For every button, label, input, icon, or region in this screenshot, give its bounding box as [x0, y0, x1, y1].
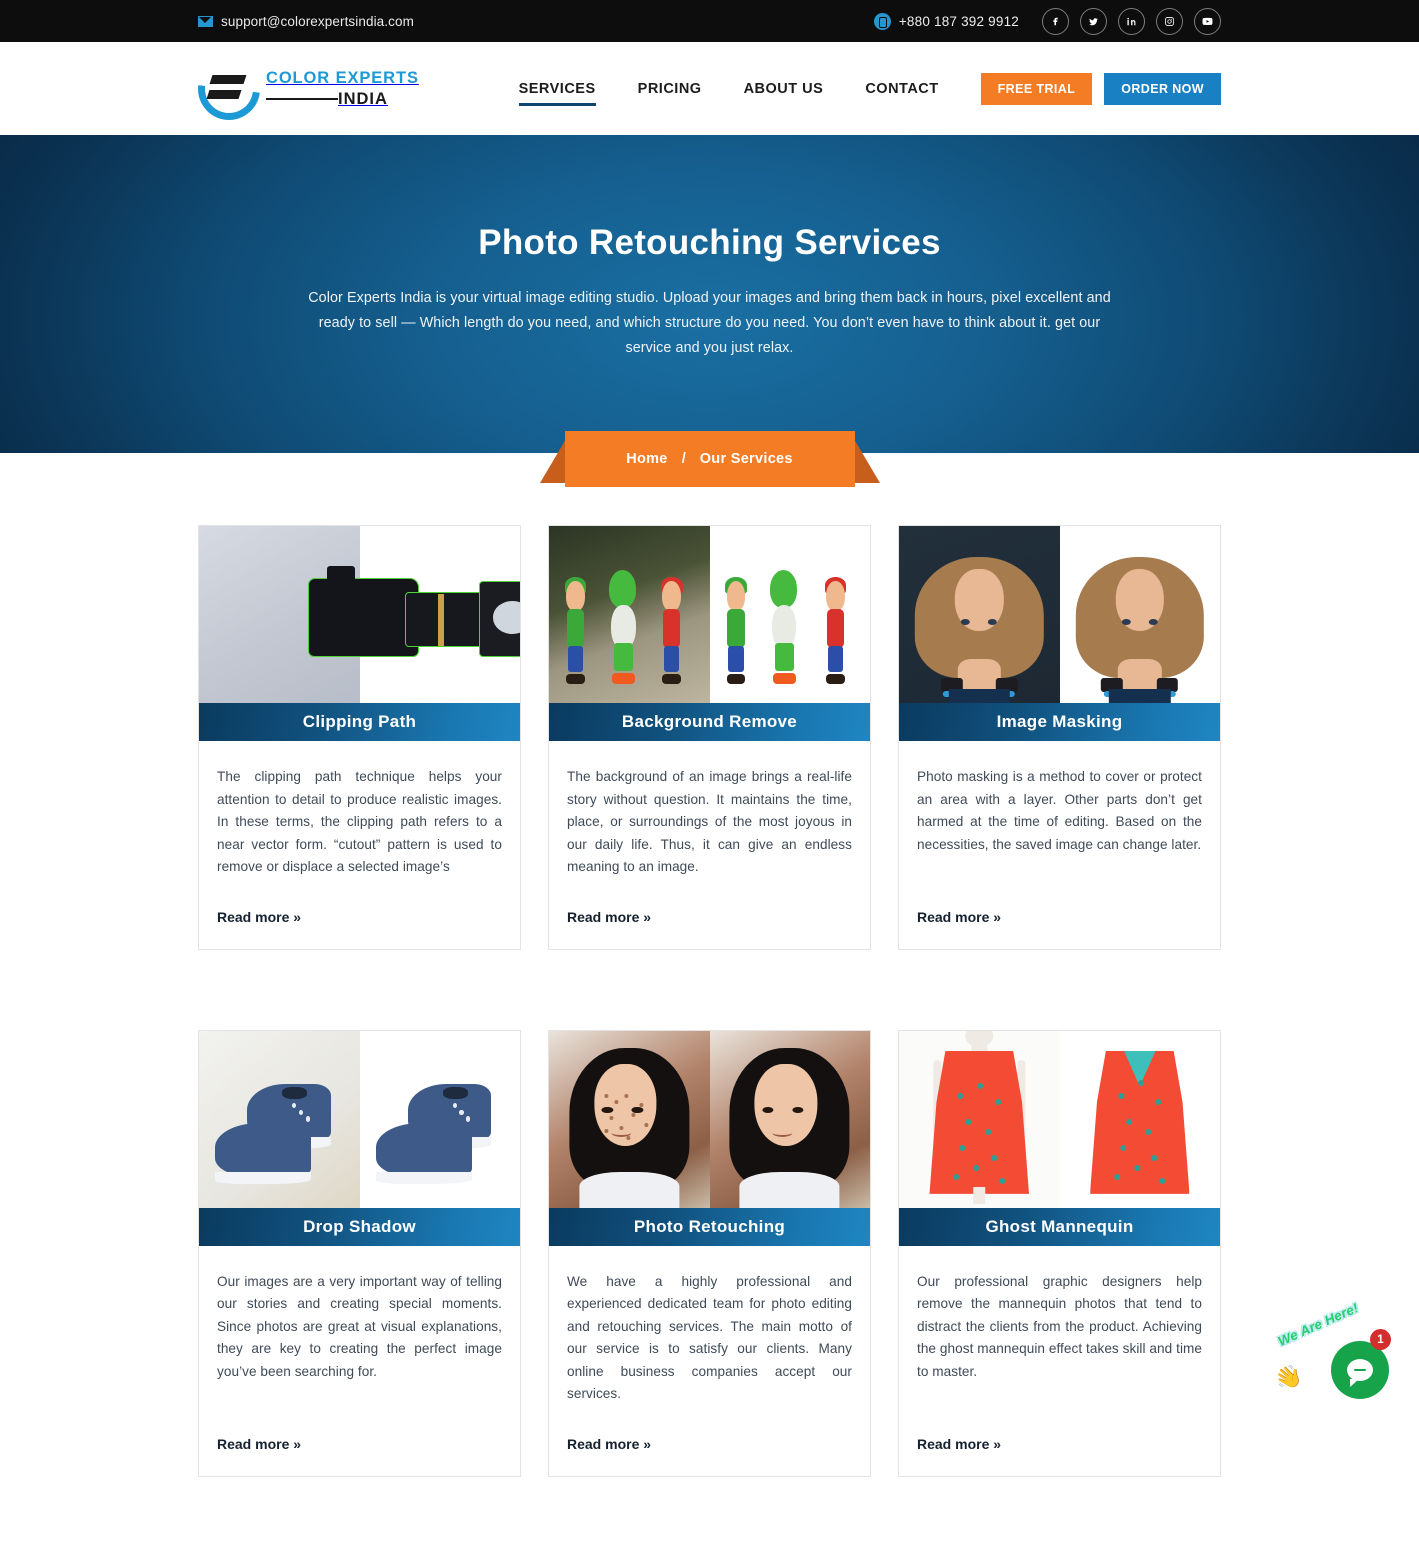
chat-bubble-icon [1347, 1359, 1373, 1381]
service-card-ghost-mannequin[interactable]: Ghost Mannequin Our professional graphic… [898, 1030, 1221, 1477]
read-more-link[interactable]: Read more » [217, 1406, 502, 1476]
card-image-clipping-path [199, 526, 520, 703]
linkedin-icon[interactable] [1118, 8, 1145, 35]
card-title-text: Photo Retouching [634, 1217, 785, 1237]
card-title-bar: Photo Retouching [549, 1208, 870, 1246]
chat-unread-badge: 1 [1370, 1329, 1391, 1350]
twitter-icon[interactable] [1080, 8, 1107, 35]
card-description: Our images are a very important way of t… [217, 1271, 502, 1384]
topbar-contact-email[interactable]: support@colorexpertsindia.com [198, 14, 414, 29]
camera-illustration-icon [308, 572, 520, 664]
card-image-image-masking [899, 526, 1220, 703]
card-row-1: Clipping Path The clipping path techniqu… [198, 525, 1221, 950]
card-image-ghost-mannequin [899, 1031, 1220, 1208]
image-before-half [899, 526, 1060, 703]
instagram-icon[interactable] [1156, 8, 1183, 35]
topbar-right-group: +880 187 392 9912 [874, 8, 1221, 35]
service-card-clipping-path[interactable]: Clipping Path The clipping path techniqu… [198, 525, 521, 950]
hero-banner: Photo Retouching Services Color Experts … [0, 135, 1419, 453]
whatsapp-icon [874, 13, 891, 30]
card-row-2: Drop Shadow Our images are a very import… [198, 1030, 1221, 1477]
free-trial-button[interactable]: FREE TRIAL [981, 73, 1093, 105]
logo-country-name: INDIA [338, 91, 388, 108]
image-after-half [710, 1031, 871, 1208]
read-more-link[interactable]: Read more » [917, 879, 1202, 949]
card-title-text: Image Masking [997, 712, 1123, 732]
nav-item-pricing[interactable]: PRICING [638, 75, 702, 103]
breadcrumb-separator: / [682, 451, 686, 467]
service-card-photo-retouching[interactable]: Photo Retouching We have a highly profes… [548, 1030, 871, 1477]
nav-item-about-us[interactable]: ABOUT US [744, 75, 824, 103]
card-description: The clipping path technique helps your a… [217, 766, 502, 879]
image-before-half [549, 1031, 710, 1208]
card-title-bar: Ghost Mannequin [899, 1208, 1220, 1246]
card-title-bar: Clipping Path [199, 703, 520, 741]
image-before-half [549, 526, 710, 703]
mail-icon [198, 16, 213, 27]
read-more-link[interactable]: Read more » [217, 879, 502, 949]
image-after-half [1060, 526, 1221, 703]
card-title-text: Background Remove [622, 712, 797, 732]
image-before-half [199, 1031, 360, 1208]
order-now-button[interactable]: ORDER NOW [1104, 73, 1221, 105]
main-navigation: SERVICES PRICING ABOUT US CONTACT FREE T… [519, 73, 1221, 105]
card-title-text: Clipping Path [303, 712, 416, 732]
nav-item-services[interactable]: SERVICES [519, 75, 596, 103]
image-after-half [710, 526, 871, 703]
hero-description: Color Experts India is your virtual imag… [300, 286, 1120, 361]
site-header: COLOR EXPERTS INDIA SERVICES PRICING ABO… [0, 42, 1419, 135]
waving-hand-icon: 👋 [1272, 1361, 1306, 1394]
nav-item-contact[interactable]: CONTACT [865, 75, 938, 103]
card-description: Our professional graphic designers help … [917, 1271, 1202, 1384]
phone-number-text: +880 187 392 9912 [899, 14, 1019, 29]
card-image-background-remove [549, 526, 870, 703]
chat-widget[interactable]: We Are Here! 👋 1 [1273, 1315, 1393, 1401]
youtube-icon[interactable] [1194, 8, 1221, 35]
card-image-photo-retouching [549, 1031, 870, 1208]
service-card-drop-shadow[interactable]: Drop Shadow Our images are a very import… [198, 1030, 521, 1477]
card-description: The background of an image brings a real… [567, 766, 852, 879]
service-card-background-remove[interactable]: Background Remove The background of an i… [548, 525, 871, 950]
card-image-drop-shadow [199, 1031, 520, 1208]
breadcrumb-current-page: Our Services [700, 451, 793, 467]
image-after-half [1060, 1031, 1221, 1208]
image-after-half [360, 1031, 521, 1208]
card-title-text: Ghost Mannequin [985, 1217, 1133, 1237]
card-title-text: Drop Shadow [303, 1217, 416, 1237]
card-description: We have a highly professional and experi… [567, 1271, 852, 1406]
site-logo[interactable]: COLOR EXPERTS INDIA [198, 58, 419, 120]
top-utility-bar: support@colorexpertsindia.com +880 187 3… [0, 0, 1419, 42]
card-description: Photo masking is a method to cover or pr… [917, 766, 1202, 856]
facebook-icon[interactable] [1042, 8, 1069, 35]
read-more-link[interactable]: Read more » [917, 1406, 1202, 1476]
ribbon-tail-left-icon [540, 439, 566, 483]
logo-company-name: COLOR EXPERTS [266, 69, 419, 87]
logo-divider-rule [266, 98, 338, 101]
service-card-image-masking[interactable]: Image Masking Photo masking is a method … [898, 525, 1221, 950]
breadcrumb: Home / Our Services [565, 431, 855, 503]
card-title-bar: Background Remove [549, 703, 870, 741]
email-address-text: support@colorexpertsindia.com [221, 14, 414, 29]
breadcrumb-home-link[interactable]: Home [626, 451, 668, 467]
page-title: Photo Retouching Services [478, 223, 941, 263]
card-title-bar: Image Masking [899, 703, 1220, 741]
image-before-half [899, 1031, 1060, 1208]
card-title-bar: Drop Shadow [199, 1208, 520, 1246]
read-more-link[interactable]: Read more » [567, 1406, 852, 1476]
logo-mark-icon [198, 58, 260, 120]
topbar-phone-link[interactable]: +880 187 392 9912 [874, 13, 1019, 30]
read-more-link[interactable]: Read more » [567, 879, 852, 949]
logo-wordmark: COLOR EXPERTS INDIA [266, 70, 419, 108]
services-card-grid: Clipping Path The clipping path techniqu… [0, 453, 1419, 1477]
ribbon-tail-right-icon [854, 439, 880, 483]
